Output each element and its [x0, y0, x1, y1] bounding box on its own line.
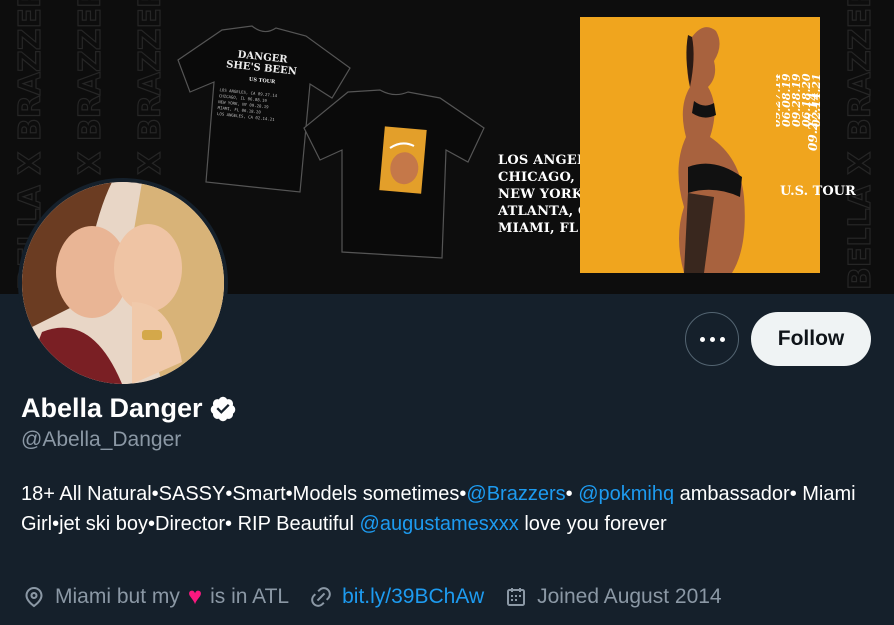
- bio-mention-pokmihq[interactable]: @pokmihq: [578, 483, 674, 505]
- profile-website[interactable]: bit.ly/39BChAw: [309, 585, 484, 609]
- more-icon: [697, 336, 727, 342]
- calendar-icon: [507, 588, 526, 606]
- bio-mention-augustamesxxx[interactable]: @augustamesxxx: [360, 513, 519, 535]
- display-name: Abella Danger: [21, 393, 203, 423]
- svg-text:BELLA X BRAZZERS: BELLA X BRAZZERS: [843, 0, 878, 290]
- bio-text: 18+ All Natural•SASSY•Smart•Models somet…: [21, 483, 467, 505]
- bio-text: love you forever: [518, 513, 667, 535]
- tour-dates-vertical: 09.27.14 06.08.19 09.28.19 06.18.20 02.1…: [776, 73, 820, 127]
- heart-icon: ♥: [187, 583, 203, 610]
- bio-text: •: [565, 483, 579, 505]
- more-options-button[interactable]: [685, 312, 739, 366]
- tour-poster: 09.27.14 09.27.14 06.08.19 09.28.19 06.1…: [580, 17, 820, 273]
- website-link[interactable]: bit.ly/39BChAw: [342, 585, 484, 609]
- link-icon: [311, 587, 331, 607]
- bio-mention-brazzers[interactable]: @Brazzers: [466, 483, 565, 505]
- avatar-image: [22, 182, 224, 384]
- joined-text: Joined August 2014: [537, 585, 722, 608]
- location-text-before: Miami but my: [55, 585, 180, 608]
- poster-figure-image: [678, 27, 745, 273]
- profile-avatar[interactable]: [18, 178, 228, 388]
- location-text-after: is in ATL: [210, 585, 290, 608]
- name-row: Abella Danger: [21, 393, 237, 424]
- profile-meta: Miami but my ♥ is in ATL bit.ly/39BChAw …: [22, 583, 742, 611]
- svg-text:02.14.21: 02.14.21: [810, 73, 820, 127]
- profile-joined: Joined August 2014: [504, 585, 722, 609]
- follow-button[interactable]: Follow: [751, 312, 871, 366]
- profile-handle: @Abella_Danger: [21, 428, 182, 451]
- location-icon: [25, 587, 43, 608]
- profile-location: Miami but my ♥ is in ATL: [22, 583, 289, 611]
- profile-bio: 18+ All Natural•SASSY•Smart•Models somet…: [21, 479, 871, 539]
- tour-label: U.S. TOUR: [780, 184, 856, 199]
- verified-badge-icon[interactable]: [209, 395, 237, 423]
- tshirt-back-image: [302, 88, 486, 262]
